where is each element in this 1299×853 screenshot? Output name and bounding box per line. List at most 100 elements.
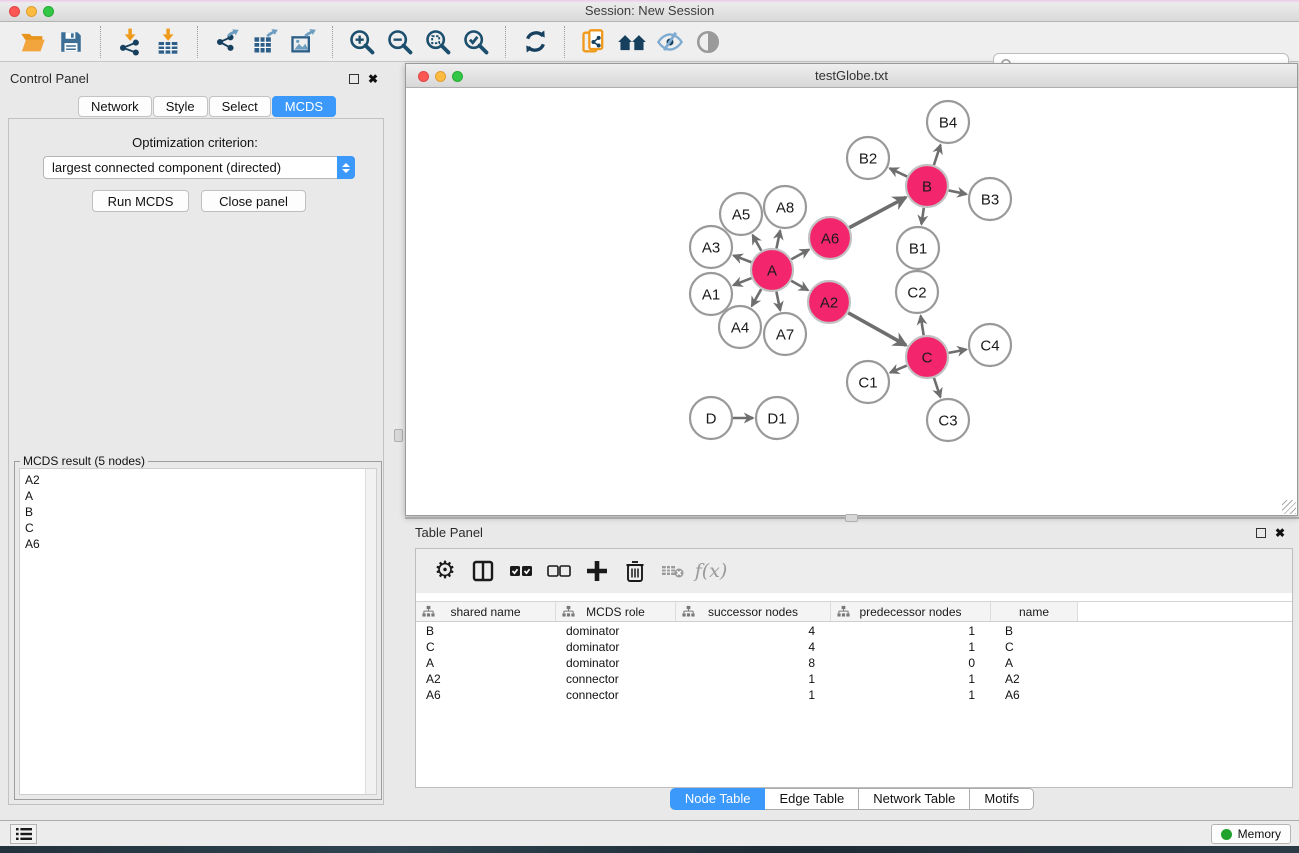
export-table-button[interactable]: [249, 26, 281, 58]
graph-node-A6[interactable]: A6: [809, 217, 851, 259]
cell-mcds-role[interactable]: dominator: [556, 639, 676, 655]
cell-mcds-role[interactable]: connector: [556, 687, 676, 703]
cell-predecessor-nodes[interactable]: 1: [831, 623, 991, 639]
cell-predecessor-nodes[interactable]: 0: [831, 655, 991, 671]
zoom-window-button[interactable]: [43, 6, 54, 17]
result-scrollbar[interactable]: [365, 469, 376, 794]
graph-node-C2[interactable]: C2: [896, 271, 938, 313]
function-builder-button[interactable]: f(x): [696, 556, 726, 586]
deselect-all-button[interactable]: [544, 556, 574, 586]
graph-node-B1[interactable]: B1: [897, 227, 939, 269]
cell-name[interactable]: C: [991, 639, 1078, 655]
table-row[interactable]: B dominator 4 1 B: [416, 623, 1292, 639]
graph-node-A1[interactable]: A1: [690, 273, 732, 315]
graph-edge-C-C2[interactable]: [921, 316, 924, 336]
graph-node-B3[interactable]: B3: [969, 178, 1011, 220]
graph-edge-A-A1[interactable]: [733, 278, 751, 285]
graph-node-D[interactable]: D: [690, 397, 732, 439]
result-item[interactable]: A: [25, 488, 376, 504]
tab-mcds[interactable]: MCDS: [272, 96, 336, 117]
graph-node-C3[interactable]: C3: [927, 399, 969, 441]
graph-edge-B-B3[interactable]: [949, 190, 967, 194]
zoom-out-button[interactable]: [384, 26, 416, 58]
column-header-shared-name[interactable]: shared name: [416, 602, 556, 621]
graph-edge-B-B1[interactable]: [921, 208, 923, 224]
import-table-button[interactable]: [152, 26, 184, 58]
open-session-button[interactable]: [17, 26, 49, 58]
mcds-result-list[interactable]: A2 A B C A6: [19, 468, 377, 795]
graph-node-B4[interactable]: B4: [927, 101, 969, 143]
graph-node-A3[interactable]: A3: [690, 226, 732, 268]
zoom-selected-button[interactable]: [460, 26, 492, 58]
cell-mcds-role[interactable]: connector: [556, 671, 676, 687]
close-table-panel-icon[interactable]: ✖: [1275, 526, 1285, 540]
graph-edge-A-A4[interactable]: [752, 289, 761, 306]
cell-predecessor-nodes[interactable]: 1: [831, 687, 991, 703]
cell-successor-nodes[interactable]: 1: [676, 687, 831, 703]
delete-table-button[interactable]: [658, 556, 688, 586]
graph-node-B[interactable]: B: [906, 165, 948, 207]
graph-edge-C-C1[interactable]: [890, 366, 907, 373]
minimize-network-button[interactable]: [435, 71, 446, 82]
network-canvas[interactable]: B4B2BB3A8A5A6A3B1AC2A1A2A4A7C4CC1DD1C3: [406, 89, 1297, 516]
result-item[interactable]: C: [25, 520, 376, 536]
export-image-button[interactable]: [287, 26, 319, 58]
close-window-button[interactable]: [9, 6, 20, 17]
cell-successor-nodes[interactable]: 8: [676, 655, 831, 671]
cell-name[interactable]: A2: [991, 671, 1078, 687]
show-columns-button[interactable]: [468, 556, 498, 586]
zoom-network-button[interactable]: [452, 71, 463, 82]
table-row[interactable]: A2 connector 1 1 A2: [416, 671, 1292, 687]
graph-edge-A-A7[interactable]: [776, 292, 780, 311]
cell-shared-name[interactable]: A2: [416, 671, 556, 687]
cell-name[interactable]: A: [991, 655, 1078, 671]
delete-column-button[interactable]: [620, 556, 650, 586]
graph-node-D1[interactable]: D1: [756, 397, 798, 439]
column-header-predecessor-nodes[interactable]: predecessor nodes: [831, 602, 991, 621]
cell-shared-name[interactable]: A6: [416, 687, 556, 703]
panel-splitter-handle[interactable]: [394, 429, 403, 442]
graph-node-A7[interactable]: A7: [764, 313, 806, 355]
result-item[interactable]: A6: [25, 536, 376, 552]
graph-node-A[interactable]: A: [751, 249, 793, 291]
graph-edge-A-A8[interactable]: [776, 231, 780, 249]
cell-shared-name[interactable]: A: [416, 655, 556, 671]
column-header-successor-nodes[interactable]: successor nodes: [676, 602, 831, 621]
cell-successor-nodes[interactable]: 1: [676, 671, 831, 687]
criterion-dropdown[interactable]: largest connected component (directed): [43, 156, 355, 179]
table-row[interactable]: C dominator 4 1 C: [416, 639, 1292, 655]
graph-edge-C-C3[interactable]: [934, 378, 940, 397]
float-panel-icon[interactable]: [349, 74, 359, 84]
cell-successor-nodes[interactable]: 4: [676, 639, 831, 655]
graph-node-B2[interactable]: B2: [847, 137, 889, 179]
graph-edge-A-A2[interactable]: [791, 281, 808, 290]
table-settings-button[interactable]: ⚙: [430, 556, 460, 586]
close-panel-button[interactable]: Close panel: [201, 190, 306, 212]
zoom-fit-button[interactable]: [422, 26, 454, 58]
show-graphics-button[interactable]: [692, 26, 724, 58]
task-history-button[interactable]: [10, 824, 37, 844]
graph-node-A8[interactable]: A8: [764, 186, 806, 228]
add-column-button[interactable]: [582, 556, 612, 586]
hide-graphics-button[interactable]: [654, 26, 686, 58]
cell-predecessor-nodes[interactable]: 1: [831, 639, 991, 655]
tab-select[interactable]: Select: [209, 96, 271, 117]
cell-successor-nodes[interactable]: 4: [676, 623, 831, 639]
graph-node-A4[interactable]: A4: [719, 306, 761, 348]
cell-mcds-role[interactable]: dominator: [556, 655, 676, 671]
run-mcds-button[interactable]: Run MCDS: [92, 190, 189, 212]
cell-name[interactable]: A6: [991, 687, 1078, 703]
window-resize-grip[interactable]: [1282, 500, 1296, 514]
graph-edge-A6-B[interactable]: [849, 197, 905, 227]
float-table-panel-icon[interactable]: [1256, 528, 1266, 538]
home-view-button[interactable]: [616, 26, 648, 58]
tab-network[interactable]: Network: [78, 96, 152, 117]
cell-predecessor-nodes[interactable]: 1: [831, 671, 991, 687]
cell-mcds-role[interactable]: dominator: [556, 623, 676, 639]
tab-motifs[interactable]: Motifs: [970, 788, 1034, 810]
tab-edge-table[interactable]: Edge Table: [765, 788, 859, 810]
graph-node-C4[interactable]: C4: [969, 324, 1011, 366]
graph-edge-B-B2[interactable]: [890, 168, 907, 176]
column-header-mcds-role[interactable]: MCDS role: [556, 602, 676, 621]
graph-edge-A-A6[interactable]: [791, 250, 809, 260]
